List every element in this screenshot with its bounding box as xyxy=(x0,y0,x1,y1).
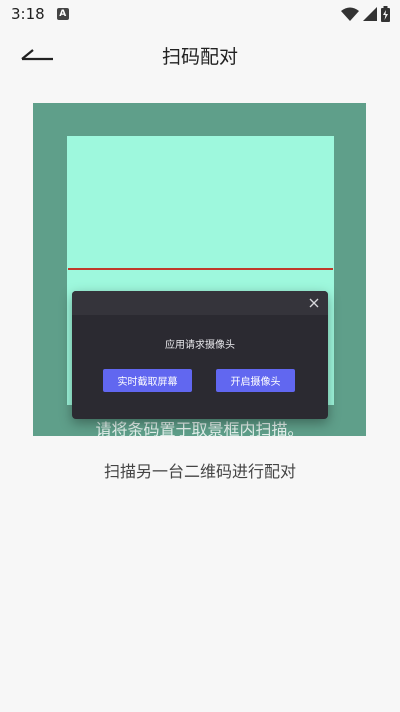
capture-screen-button[interactable]: 实时截取屏幕 xyxy=(103,369,192,392)
dialog-header xyxy=(72,291,328,315)
page-title: 扫码配对 xyxy=(161,46,238,68)
notification-a-icon: A xyxy=(56,8,69,20)
battery-icon xyxy=(381,6,390,22)
close-icon[interactable] xyxy=(307,296,321,310)
wifi-icon xyxy=(341,7,359,21)
signal-icon xyxy=(363,7,377,21)
status-bar: 3:18 A xyxy=(0,0,400,28)
scan-hint: 请将条码置于取景框内扫描。 xyxy=(95,420,304,439)
open-camera-button[interactable]: 开启摄像头 xyxy=(216,369,295,392)
pair-hint: 扫描另一台二维码进行配对 xyxy=(103,462,296,481)
status-time: 3:18 xyxy=(11,5,45,23)
status-icons xyxy=(341,6,390,22)
app-header: 扫码配对 xyxy=(0,28,400,80)
camera-permission-dialog: 应用请求摄像头 实时截取屏幕 开启摄像头 xyxy=(72,291,328,419)
scan-line xyxy=(68,268,333,270)
dialog-message: 应用请求摄像头 xyxy=(165,340,235,351)
